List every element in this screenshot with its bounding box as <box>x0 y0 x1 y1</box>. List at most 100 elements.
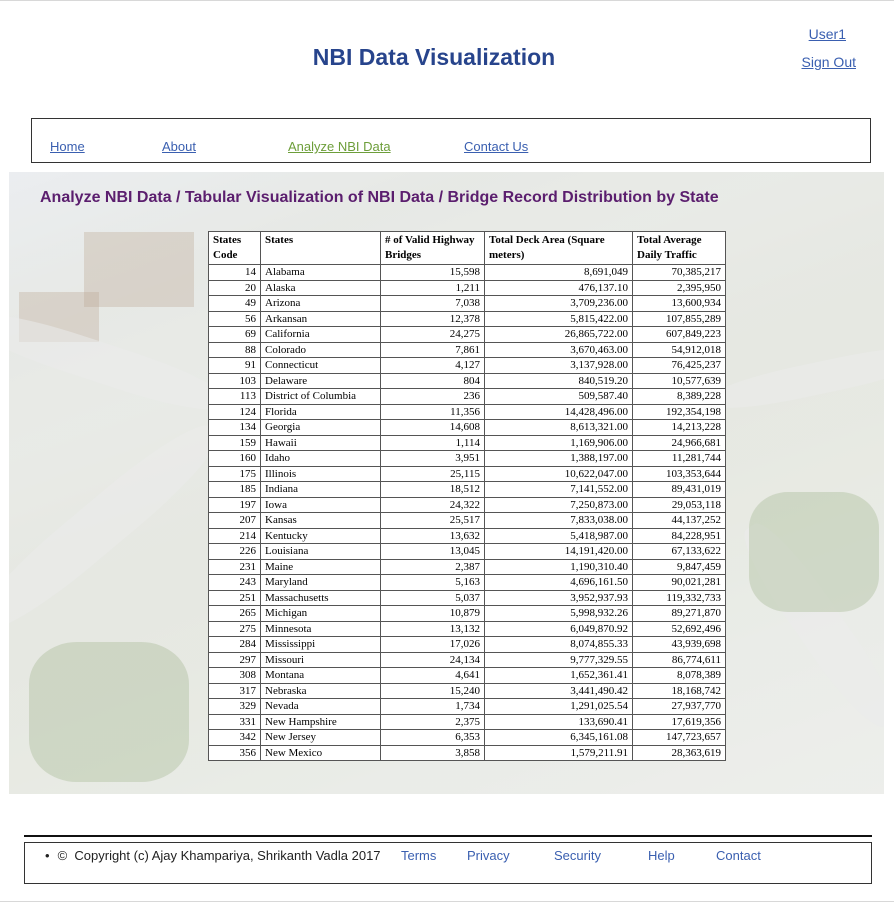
table-row: 226 Louisiana 13,045 14,191,420.00 67,133,62… <box>208 543 726 560</box>
cell-deck-area: 1,190,310.40 <box>484 558 633 575</box>
table-row: 243 Maryland 5,163 4,696,161.50 90,021,281 <box>208 574 726 591</box>
cell-daily-traffic: 24,966,681 <box>632 434 726 451</box>
nav-contact-link[interactable]: Contact Us <box>464 139 528 154</box>
table-row: 103 Delaware 804 840,519.20 10,577,639 <box>208 372 726 389</box>
cell-daily-traffic: 607,849,223 <box>632 326 726 343</box>
cell-state-code: 214 <box>208 527 261 544</box>
cell-state-name: Alabama <box>260 264 381 281</box>
cell-state-code: 197 <box>208 496 261 513</box>
cell-deck-area: 1,169,906.00 <box>484 434 633 451</box>
cell-state-code: 207 <box>208 512 261 529</box>
cell-state-code: 185 <box>208 481 261 498</box>
footer-contact-link[interactable]: Contact <box>716 848 761 863</box>
cell-state-name: Montana <box>260 667 381 684</box>
cell-deck-area: 9,777,329.55 <box>484 651 633 668</box>
cell-state-code: 134 <box>208 419 261 436</box>
table-row: 91 Connecticut 4,127 3,137,928.00 76,425,237 <box>208 357 726 374</box>
cell-deck-area: 14,428,496.00 <box>484 403 633 420</box>
cell-deck-area: 10,622,047.00 <box>484 465 633 482</box>
table-body: 14 Alabama 15,598 8,691,049 70,385,217 20 Alas… <box>208 264 726 761</box>
nav-home-link[interactable]: Home <box>50 139 85 154</box>
cell-deck-area: 6,049,870.92 <box>484 620 633 637</box>
cell-valid-bridges: 24,275 <box>380 326 485 343</box>
table-header-row: States Code States # of Valid Highway Br… <box>208 231 726 265</box>
sign-out-link[interactable]: Sign Out <box>802 54 856 70</box>
cell-deck-area: 3,709,236.00 <box>484 295 633 312</box>
cell-state-name: Nevada <box>260 698 381 715</box>
cell-valid-bridges: 10,879 <box>380 605 485 622</box>
background-road <box>9 411 230 643</box>
footer-privacy-link[interactable]: Privacy <box>467 848 510 863</box>
cell-state-name: Georgia <box>260 419 381 436</box>
cell-deck-area: 3,670,463.00 <box>484 341 633 358</box>
copyright-symbol: © <box>57 848 68 863</box>
table-row: 20 Alaska 1,211 476,137.10 2,395,950 <box>208 279 726 296</box>
table-row: 275 Minnesota 13,132 6,049,870.92 52,692,496 <box>208 620 726 637</box>
cell-state-code: 88 <box>208 341 261 358</box>
cell-valid-bridges: 24,322 <box>380 496 485 513</box>
bottom-divider <box>0 901 894 902</box>
cell-daily-traffic: 84,228,951 <box>632 527 726 544</box>
cell-valid-bridges: 11,356 <box>380 403 485 420</box>
cell-valid-bridges: 12,378 <box>380 310 485 327</box>
cell-state-name: New Mexico <box>260 744 381 761</box>
cell-valid-bridges: 15,240 <box>380 682 485 699</box>
cell-valid-bridges: 13,632 <box>380 527 485 544</box>
cell-daily-traffic: 10,577,639 <box>632 372 726 389</box>
table-row: 308 Montana 4,641 1,652,361.41 8,078,389 <box>208 667 726 684</box>
cell-state-code: 342 <box>208 729 261 746</box>
footer-help-link[interactable]: Help <box>648 848 675 863</box>
cell-deck-area: 7,141,552.00 <box>484 481 633 498</box>
cell-deck-area: 5,418,987.00 <box>484 527 633 544</box>
table-row: 342 New Jersey 6,353 6,345,161.08 147,723,65… <box>208 729 726 746</box>
cell-valid-bridges: 25,115 <box>380 465 485 482</box>
table-row: 134 Georgia 14,608 8,613,321.00 14,213,228 <box>208 419 726 436</box>
table-row: 265 Michigan 10,879 5,998,932.26 89,271,870 <box>208 605 726 622</box>
nav-analyze-link[interactable]: Analyze NBI Data <box>288 139 391 154</box>
cell-valid-bridges: 13,045 <box>380 543 485 560</box>
cell-daily-traffic: 17,619,356 <box>632 713 726 730</box>
footer-terms-link[interactable]: Terms <box>401 848 436 863</box>
table-row: 329 Nevada 1,734 1,291,025.54 27,937,770 <box>208 698 726 715</box>
nav-about-link[interactable]: About <box>162 139 196 154</box>
cell-deck-area: 8,074,855.33 <box>484 636 633 653</box>
cell-state-name: Massachusetts <box>260 589 381 606</box>
cell-state-code: 20 <box>208 279 261 296</box>
user-link[interactable]: User1 <box>809 26 846 42</box>
footer-security-link[interactable]: Security <box>554 848 601 863</box>
cell-state-code: 275 <box>208 620 261 637</box>
table-row: 297 Missouri 24,134 9,777,329.55 86,774,611 <box>208 651 726 668</box>
header-states-code: States Code <box>208 231 261 265</box>
footer: • © Copyright (c) Ajay Khampariya, Shrika… <box>24 842 872 884</box>
cell-valid-bridges: 1,211 <box>380 279 485 296</box>
cell-deck-area: 3,952,937.93 <box>484 589 633 606</box>
copyright-text: • © Copyright (c) Ajay Khampariya, Shrika… <box>45 848 381 863</box>
table-row: 284 Mississippi 17,026 8,074,855.33 43,939,6… <box>208 636 726 653</box>
cell-state-code: 69 <box>208 326 261 343</box>
page-title: NBI Data Visualization <box>312 44 556 70</box>
cell-deck-area: 840,519.20 <box>484 372 633 389</box>
cell-valid-bridges: 18,512 <box>380 481 485 498</box>
cell-valid-bridges: 4,641 <box>380 667 485 684</box>
content-panel: Analyze NBI Data / Tabular Visualization… <box>9 172 884 794</box>
cell-valid-bridges: 25,517 <box>380 512 485 529</box>
cell-daily-traffic: 147,723,657 <box>632 729 726 746</box>
cell-deck-area: 26,865,722.00 <box>484 326 633 343</box>
cell-valid-bridges: 17,026 <box>380 636 485 653</box>
cell-daily-traffic: 18,168,742 <box>632 682 726 699</box>
cell-daily-traffic: 28,363,619 <box>632 744 726 761</box>
cell-state-name: Arizona <box>260 295 381 312</box>
background-field <box>29 642 189 782</box>
cell-deck-area: 5,998,932.26 <box>484 605 633 622</box>
nav-bar: Home About Analyze NBI Data Contact Us <box>31 118 871 163</box>
cell-daily-traffic: 29,053,118 <box>632 496 726 513</box>
cell-state-code: 226 <box>208 543 261 560</box>
cell-state-code: 160 <box>208 450 261 467</box>
table-row: 124 Florida 11,356 14,428,496.00 192,354,198 <box>208 403 726 420</box>
table-row: 214 Kentucky 13,632 5,418,987.00 84,228,951 <box>208 527 726 544</box>
table-row: 69 California 24,275 26,865,722.00 607,849,2… <box>208 326 726 343</box>
cell-valid-bridges: 14,608 <box>380 419 485 436</box>
cell-daily-traffic: 13,600,934 <box>632 295 726 312</box>
background-road <box>708 339 884 417</box>
cell-daily-traffic: 11,281,744 <box>632 450 726 467</box>
